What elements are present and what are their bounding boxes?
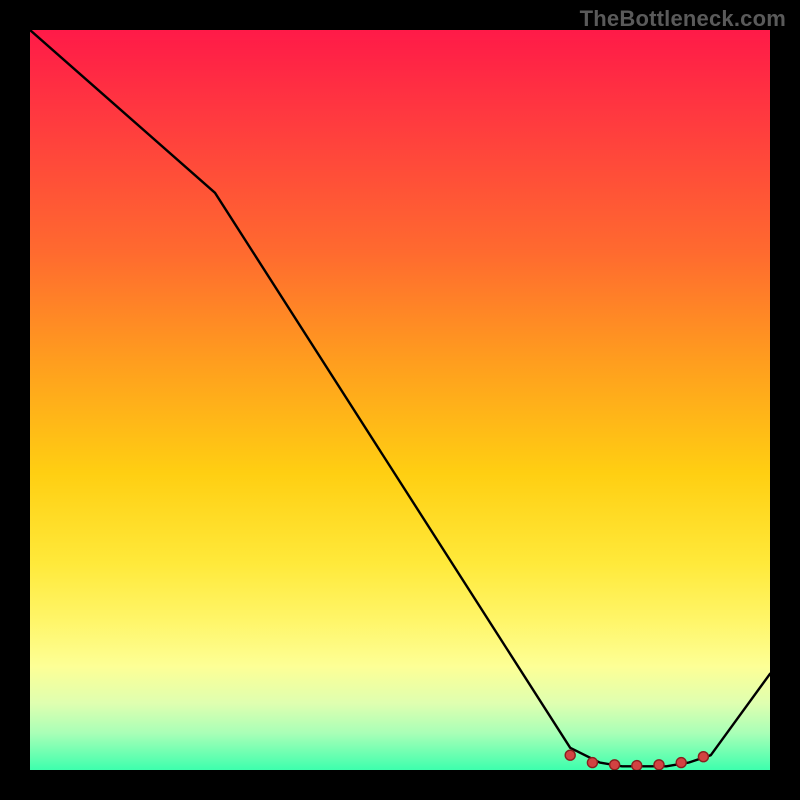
data-marker	[698, 752, 708, 762]
data-marker	[632, 761, 642, 770]
chart-frame: TheBottleneck.com	[0, 0, 800, 800]
data-marker	[565, 750, 575, 760]
data-marker	[610, 760, 620, 770]
data-marker	[587, 758, 597, 768]
chart-svg	[30, 30, 770, 770]
watermark-text: TheBottleneck.com	[580, 6, 786, 32]
data-marker	[654, 760, 664, 770]
marker-group	[565, 750, 708, 770]
plot-area	[30, 30, 770, 770]
series-line	[30, 30, 770, 766]
data-marker	[676, 758, 686, 768]
